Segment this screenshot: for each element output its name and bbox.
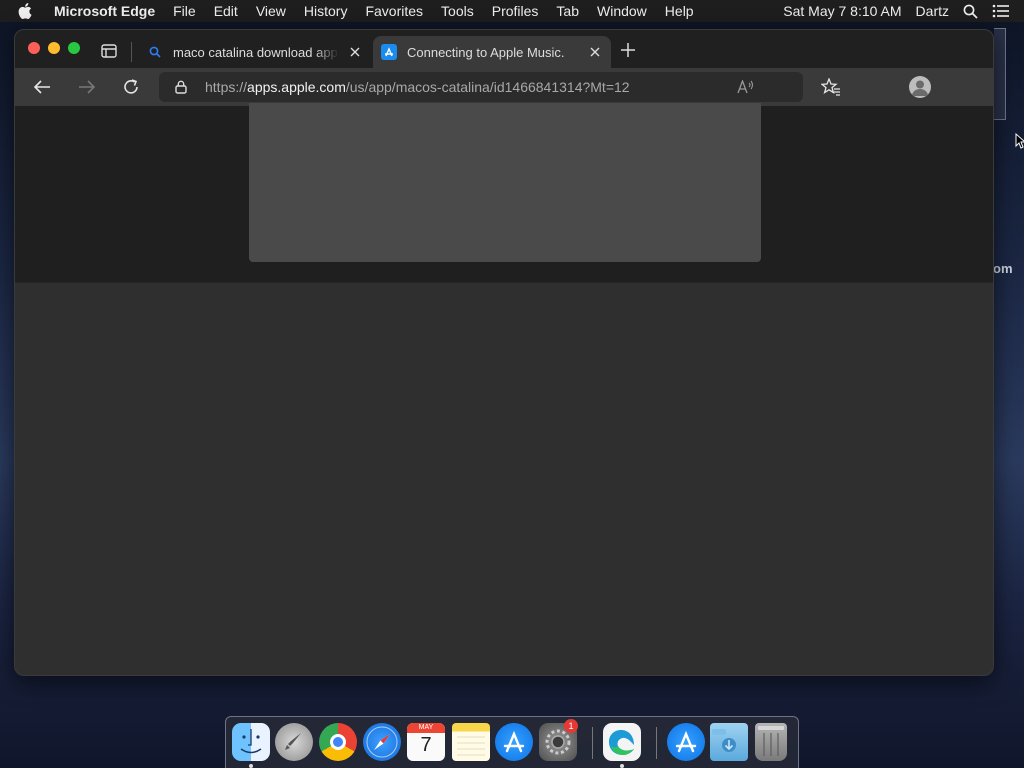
menu-view[interactable]: View [256,3,286,19]
reload-button[interactable] [121,77,141,97]
close-tab-icon[interactable] [347,44,363,60]
favorites-star-icon[interactable] [821,77,841,97]
menu-tools[interactable]: Tools [441,3,474,19]
menubar-clock[interactable]: Sat May 7 8:10 AM [783,3,901,19]
dock-separator [592,727,593,759]
browser-window: maco catalina download app store Connect… [14,29,994,676]
finder-icon[interactable] [232,723,270,761]
tab-strip: maco catalina download app store Connect… [15,30,993,68]
apple-menu-icon[interactable] [18,0,38,22]
zoom-window-button[interactable] [68,42,80,54]
calendar-icon[interactable]: MAY 7 [407,723,445,761]
menu-window[interactable]: Window [597,3,647,19]
notes-icon[interactable] [452,723,490,761]
dock-separator [656,727,657,759]
close-tab-icon[interactable] [587,44,603,60]
downloads-folder-icon[interactable] [710,723,748,761]
trash-icon[interactable] [755,723,787,761]
menu-bar: Microsoft Edge File Edit View History Fa… [0,0,1024,22]
background-window-edge [994,28,1006,120]
menu-history[interactable]: History [304,3,348,19]
web-content [15,103,993,675]
menu-file[interactable]: File [173,3,196,19]
search-icon [147,44,163,60]
menu-edit[interactable]: Edit [214,3,238,19]
profile-avatar[interactable] [909,76,931,98]
menubar-user[interactable]: Dartz [916,3,949,19]
url-scheme: https:// [205,79,248,95]
menu-tab[interactable]: Tab [556,3,579,19]
browser-toolbar: https://apps.apple.com/us/app/macos-cata… [15,68,993,106]
control-center-list-icon[interactable] [992,4,1010,18]
menu-help[interactable]: Help [665,3,694,19]
url-host: apps.apple.com [247,79,346,95]
tab-separator [131,42,132,62]
new-tab-button[interactable] [619,42,637,60]
forward-button[interactable] [77,77,97,97]
read-aloud-icon[interactable] [737,79,755,95]
url-path: /us/app/macos-catalina/id1466841314?Mt=1… [345,79,630,95]
chrome-icon[interactable] [319,723,357,761]
app-store-downloads-icon[interactable] [667,723,705,761]
app-store-icon[interactable] [495,723,533,761]
loading-dialog [249,103,761,262]
tab-search[interactable]: maco catalina download app store [139,36,371,68]
background-window-text: om [993,261,1013,276]
app-store-icon [381,44,397,60]
mouse-cursor-icon [1015,132,1024,154]
launchpad-rocket-icon[interactable] [275,723,313,761]
running-indicator [249,764,253,768]
tab-actions-icon[interactable] [101,44,117,58]
dock: MAY 7 1 [225,716,799,768]
tab-apple-music[interactable]: Connecting to Apple Music. [373,36,611,68]
url-text: https://apps.apple.com/us/app/macos-cata… [205,79,630,95]
back-button[interactable] [32,77,52,97]
notification-badge: 1 [564,719,578,733]
tab-title: maco catalina download app store [173,44,339,60]
calendar-month: MAY [407,723,445,733]
microsoft-edge-icon[interactable] [603,723,641,761]
close-window-button[interactable] [28,42,40,54]
address-bar[interactable]: https://apps.apple.com/us/app/macos-cata… [159,72,803,102]
lock-icon[interactable] [175,79,191,95]
menu-favorites[interactable]: Favorites [365,3,423,19]
safari-compass-icon[interactable] [363,723,401,761]
minimize-window-button[interactable] [48,42,60,54]
menu-profiles[interactable]: Profiles [492,3,539,19]
calendar-day: 7 [420,734,432,756]
running-indicator [620,764,624,768]
tab-title: Connecting to Apple Music. [407,44,565,60]
spotlight-search-icon[interactable] [963,4,978,19]
app-name-menu[interactable]: Microsoft Edge [54,3,155,19]
